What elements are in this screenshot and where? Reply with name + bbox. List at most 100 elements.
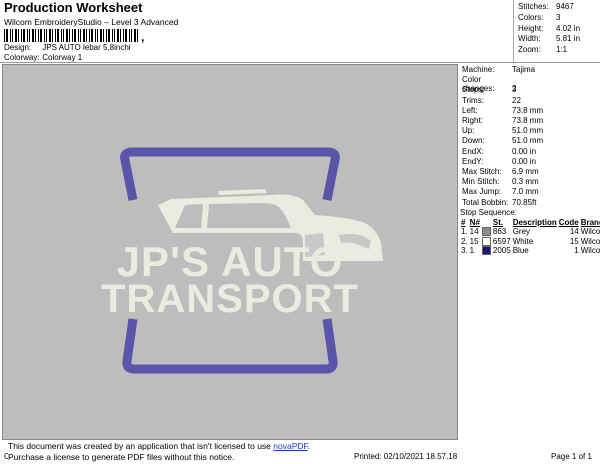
design-row: Design: JPS AUTO lebar 5,8inchi [4,43,131,52]
color-swatch-box [481,227,491,237]
barcode-bar [4,29,5,42]
stat-value: 9467 [556,2,574,11]
stat-label: Stitches: [518,2,549,11]
machine-label: Trims: [462,95,484,105]
stats-panel: Stitches: 9467 Colors: 3 Height: 4.02 in Wi… [513,0,600,62]
row-code: 14 [569,227,579,237]
stop-sequence-table: # N# St. Description Code Brand 1.14863G… [460,218,600,256]
stop-sequence-title: Stop Sequence: [460,208,517,217]
barcode-bar [83,29,85,42]
col-n: N# [469,218,480,227]
colorway-label: Colorway: [4,53,40,62]
barcode-bar [49,29,51,42]
machine-row: Stops: 3 [462,85,516,94]
barcode-bar [117,29,119,42]
row-description: Grey [512,227,531,237]
barcode-bar [131,29,132,42]
barcode [4,29,138,42]
stat-stitches: Stitches: 9467 [518,2,574,11]
barcode-bar [35,29,36,42]
printed-timestamp: Printed: 02/10/2021 18.57.18 [354,452,458,461]
machine-value: 7.0 mm [512,187,539,197]
machine-row: Up: 51.0 mm [462,126,543,135]
machine-row: Trims: 22 [462,96,521,105]
row-n: 1 [469,245,475,255]
software-subtitle: Wilcom EmbroideryStudio – Level 3 Advanc… [4,17,179,27]
barcode-bar [15,29,17,42]
machine-row: Machine: Tajima [462,65,535,74]
col-swatch [481,218,492,227]
barcode-bar [137,29,138,42]
barcode-bar [44,29,45,42]
barcode-bar [40,29,42,42]
frame-bottom-stroke [122,318,338,374]
machine-value: 70.85ft [512,197,537,207]
barcode-bar [100,29,102,42]
barcode-bar [108,29,110,42]
design-preview: JP'S AUTO TRANSPORT [2,64,458,440]
row-num: 2. [461,236,468,246]
machine-row: Down: 51.0 mm [462,136,543,145]
machine-value: 6.9 mm [512,167,539,176]
machine-label: Max Stitch: [462,167,502,176]
row-brand: Wilcom [580,245,600,255]
stat-label: Colors: [518,13,544,22]
page-title: Production Worksheet [4,0,143,15]
barcode-bar [91,29,93,42]
barcode-bar [27,29,28,42]
machine-row: Total Bobbin: 70.85ft [462,198,536,207]
stat-label: Zoom: [518,45,541,54]
barcode-bar [38,29,39,42]
col-st: St. [492,218,504,227]
barcode-bar [10,29,11,42]
barcode-bar [74,29,76,42]
row-description: White [512,236,534,246]
machine-value: 73.8 mm [512,105,544,115]
barcode-bar [86,29,87,42]
machine-label: Max Jump: [462,187,502,197]
row-n: 14 [469,227,479,237]
stat-label: Height: [518,24,544,33]
stat-value: 1:1 [556,45,568,54]
stat-value: 5.81 in [556,34,581,43]
barcode-bar [12,29,13,42]
stat-colors: Colors: 3 [518,13,560,22]
barcode-bar [80,29,81,42]
row-st: 863 [492,227,507,237]
barcode-bar [69,29,70,42]
header-divider [0,62,600,63]
machine-row: EndX: 0.00 in [462,147,536,156]
novapdf-link[interactable]: novaPDF [273,441,308,451]
barcode-bar [72,29,73,42]
embroidery-design: JP'S AUTO TRANSPORT [101,147,383,374]
barcode-bar [23,29,25,42]
color-swatch-box [481,236,491,246]
machine-row: EndY: 0.00 in [462,157,536,166]
color-swatch [481,246,492,256]
machine-label: Machine: [462,65,495,74]
machine-label: Down: [462,136,485,146]
barcode-bar [21,29,22,42]
colorway-value: Colorway 1 [42,53,83,62]
machine-value: 0.00 in [512,156,537,166]
row-code: 15 [569,236,579,246]
machine-label: Right: [462,116,483,125]
machine-label: EndY: [462,156,484,166]
row-n: 15 [469,236,479,246]
colorway-row: Colorway: Colorway 1 [4,53,82,62]
barcode-bar [120,29,121,42]
barcode-bar [89,29,90,42]
col-description: Description [512,218,557,227]
machine-value: 51.0 mm [512,136,544,146]
machine-row: Right: 73.8 mm [462,116,543,125]
color-swatch [481,236,492,246]
machine-label: Left: [462,105,478,115]
row-num: 3. [461,245,468,255]
machine-label: Min Stitch: [462,177,500,187]
barcode-bar [61,29,62,42]
stat-value: 4.02 in [556,24,581,33]
row-st: 6597 [492,236,511,246]
machine-row: Max Jump: 7.0 mm [462,187,539,196]
barcode-bar [103,29,104,42]
row-description: Blue [512,245,529,255]
